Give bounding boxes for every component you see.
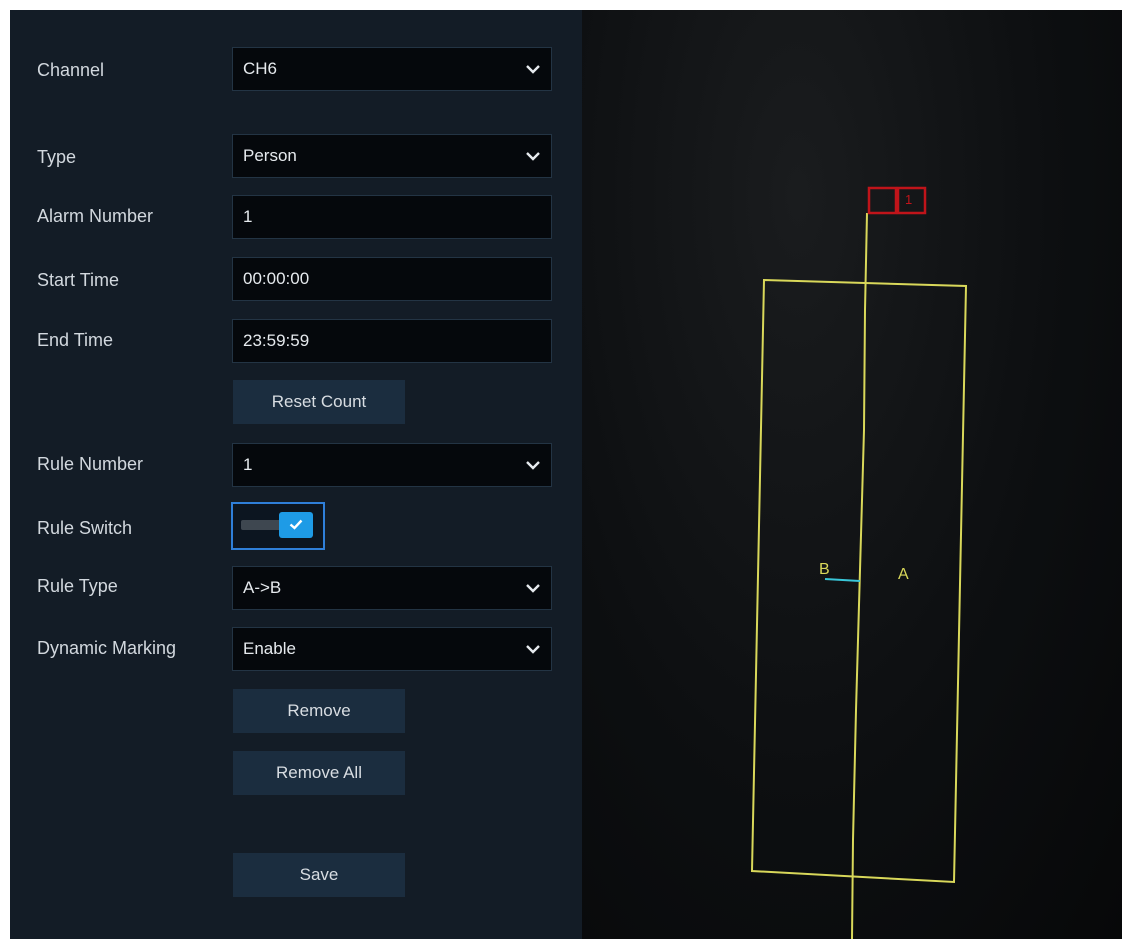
remove-button[interactable]: Remove: [233, 689, 405, 733]
rule-switch-label: Rule Switch: [37, 518, 133, 538]
checkmark-icon: [289, 519, 303, 530]
app-frame: Channel CH6 Type Person Alarm Number 1 S…: [10, 10, 1122, 939]
rule-number-value: 1: [243, 455, 253, 474]
line-handle-start[interactable]: [867, 186, 898, 215]
chevron-down-icon: [526, 461, 540, 470]
channel-select[interactable]: CH6: [232, 47, 552, 91]
handle-number-label: 1: [905, 192, 913, 207]
chevron-down-icon: [526, 152, 540, 161]
rule-type-value: A->B: [243, 578, 282, 597]
chevron-down-icon: [526, 645, 540, 654]
alarm-number-label: Alarm Number: [37, 206, 154, 226]
alarm-number-input[interactable]: 1: [232, 195, 552, 239]
rule-type-label: Rule Type: [37, 576, 118, 596]
start-time-label: Start Time: [37, 270, 120, 290]
chevron-down-icon: [526, 65, 540, 74]
toggle-knob: [279, 512, 313, 538]
dynamic-marking-value: Enable: [243, 639, 296, 658]
remove-all-button[interactable]: Remove All: [233, 751, 405, 795]
rule-number-label: Rule Number: [37, 454, 144, 474]
detection-overlay: [750, 186, 968, 939]
tripwire-line[interactable]: [851, 212, 868, 939]
dynamic-marking-select[interactable]: Enable: [232, 627, 552, 671]
end-time-label: End Time: [37, 330, 114, 350]
save-button[interactable]: Save: [233, 853, 405, 897]
rule-type-select[interactable]: A->B: [232, 566, 552, 610]
start-time-input[interactable]: 00:00:00: [232, 257, 552, 301]
end-time-input[interactable]: 23:59:59: [232, 319, 552, 363]
end-time-value: 23:59:59: [243, 331, 310, 350]
direction-arrow: [824, 578, 861, 582]
rule-switch-toggle[interactable]: [231, 502, 325, 550]
rule-number-select[interactable]: 1: [232, 443, 552, 487]
type-select[interactable]: Person: [232, 134, 552, 178]
channel-label: Channel: [37, 60, 105, 80]
start-time-value: 00:00:00: [243, 269, 310, 288]
type-value: Person: [243, 146, 297, 165]
channel-value: CH6: [243, 59, 278, 78]
dynamic-marking-label: Dynamic Marking: [37, 638, 177, 658]
chevron-down-icon: [526, 584, 540, 593]
alarm-number-value: 1: [243, 207, 253, 226]
settings-panel: Channel CH6 Type Person Alarm Number 1 S…: [10, 10, 582, 939]
type-label: Type: [37, 147, 77, 167]
camera-preview[interactable]: 1 B A: [582, 10, 1122, 939]
side-b-label: B: [819, 561, 830, 578]
reset-count-button[interactable]: Reset Count: [233, 380, 405, 424]
side-a-label: A: [898, 566, 909, 583]
